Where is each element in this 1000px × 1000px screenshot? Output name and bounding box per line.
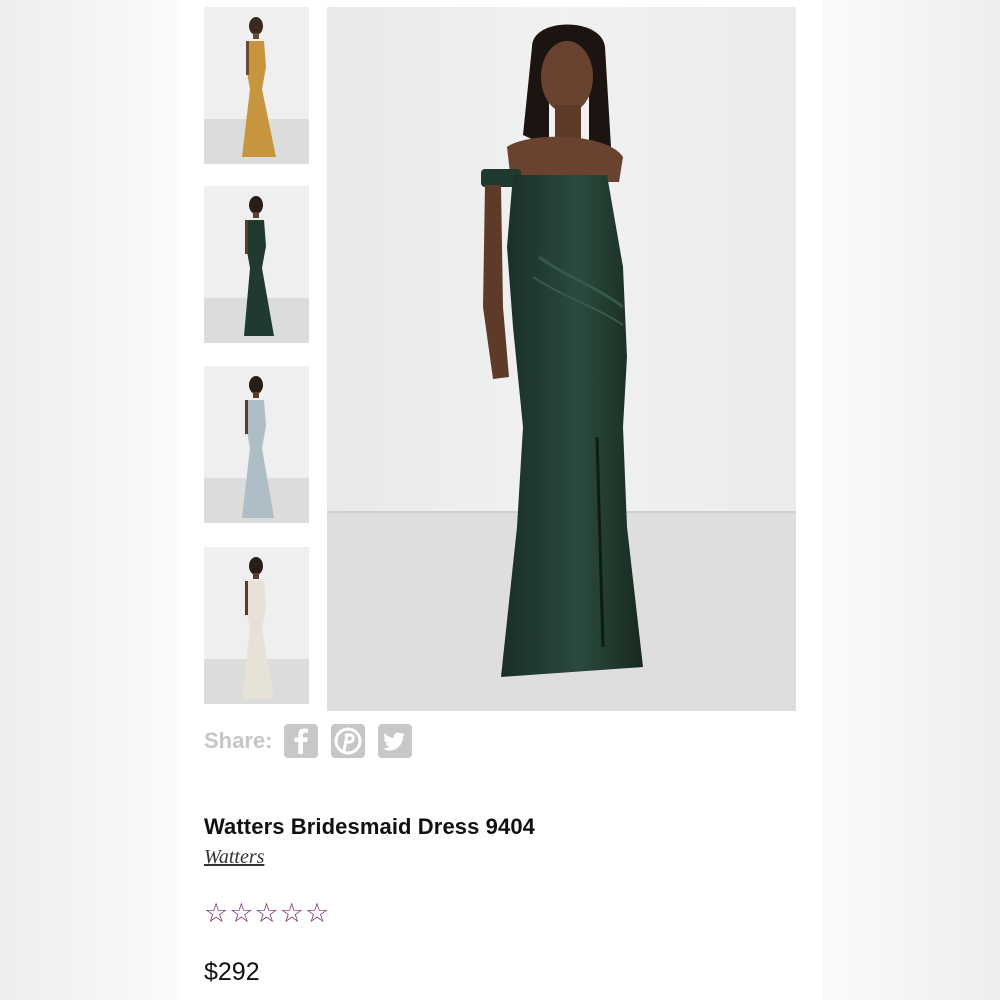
- star-icon[interactable]: ☆: [229, 898, 253, 928]
- star-icon[interactable]: ☆: [254, 898, 278, 928]
- brand-link[interactable]: Watters: [204, 846, 264, 869]
- thumbnail-gold[interactable]: [204, 7, 309, 164]
- thumbnail-photo-gold: [204, 7, 309, 164]
- thumbnail-light-blue[interactable]: [204, 366, 309, 523]
- star-icon[interactable]: ☆: [305, 898, 329, 928]
- thumbnail-ivory[interactable]: [204, 547, 309, 704]
- product-page: Share: Watters Bridesmaid Dress 9404 Wat…: [180, 0, 822, 1000]
- facebook-icon[interactable]: [284, 724, 319, 758]
- share-row: Share:: [204, 723, 425, 759]
- star-icon[interactable]: ☆: [280, 898, 304, 928]
- product-price: $292: [204, 958, 260, 986]
- share-label: Share:: [204, 728, 273, 753]
- main-photo-illustration: [327, 7, 796, 711]
- thumbnail-photo-light-blue: [204, 366, 309, 523]
- twitter-icon[interactable]: [378, 724, 413, 758]
- thumbnail-photo-ivory: [204, 547, 309, 704]
- background-right: [822, 0, 1000, 1000]
- thumbnail-green[interactable]: [204, 186, 309, 343]
- pinterest-icon[interactable]: [331, 724, 366, 758]
- main-product-image[interactable]: [327, 7, 796, 711]
- star-icon[interactable]: ☆: [204, 898, 228, 928]
- product-title: Watters Bridesmaid Dress 9404: [204, 814, 536, 839]
- thumbnail-photo-green: [204, 186, 309, 343]
- star-rating[interactable]: ☆ ☆ ☆ ☆ ☆: [204, 898, 330, 928]
- background-left: [0, 0, 180, 1000]
